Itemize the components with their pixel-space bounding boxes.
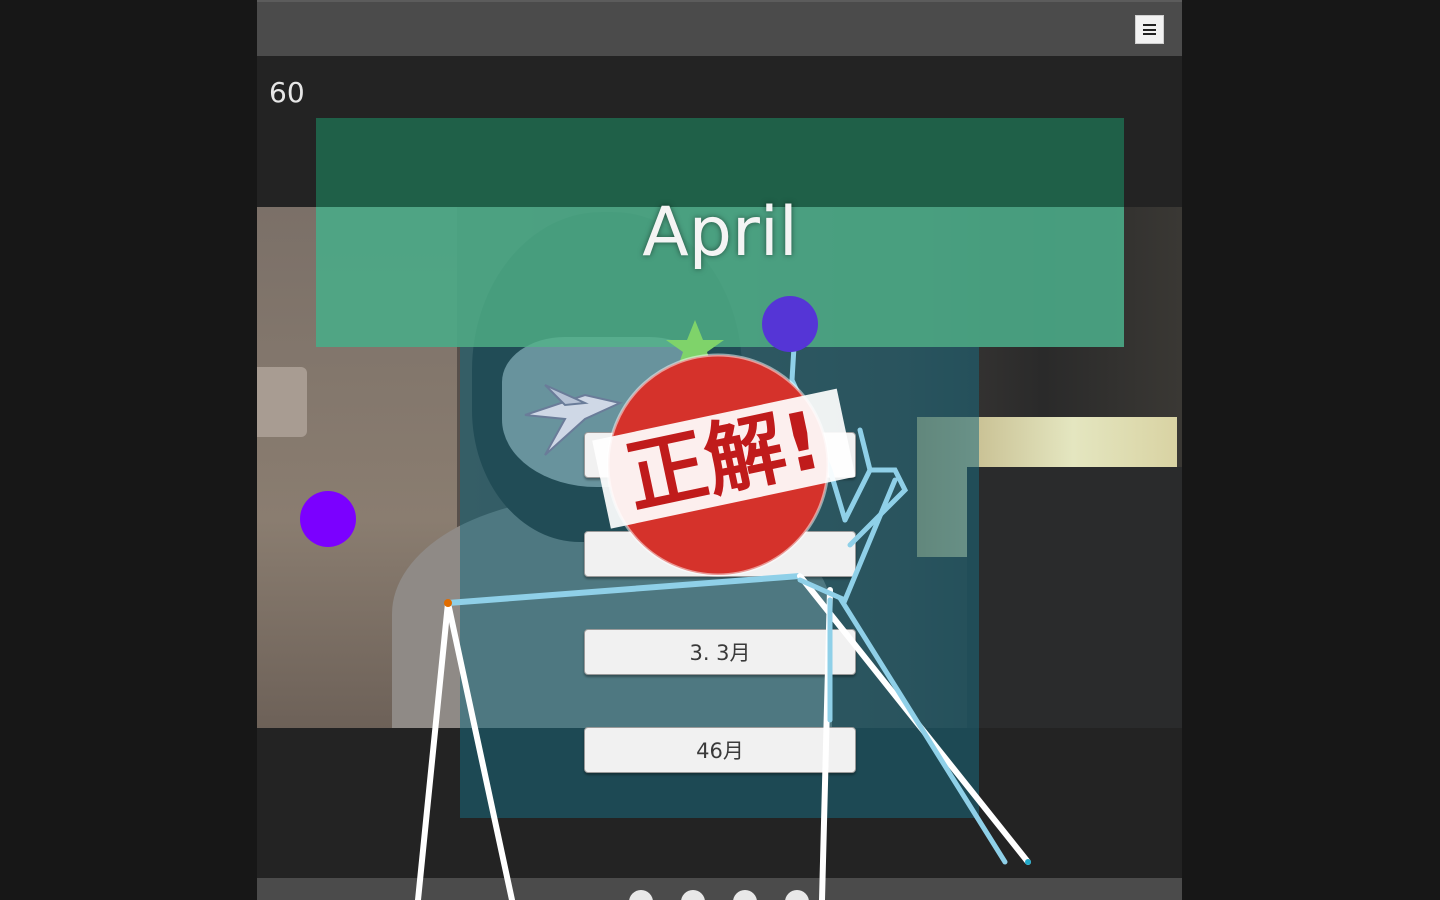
nav-dot[interactable] — [629, 890, 653, 900]
choice-button-3[interactable]: 3. 3月 — [584, 629, 856, 675]
top-bar — [257, 0, 1182, 56]
countdown-timer: 60 — [269, 76, 305, 109]
answer-panel: 1. 3. 3月 46月 — [460, 347, 979, 818]
choice-button-1[interactable]: 1. — [584, 432, 856, 478]
menu-button[interactable] — [1135, 15, 1164, 44]
bottom-bar — [257, 878, 1182, 900]
hamburger-menu-icon — [1143, 24, 1156, 35]
nav-dot[interactable] — [681, 890, 705, 900]
question-panel: April — [316, 118, 1124, 347]
question-word: April — [642, 193, 798, 272]
choice-button-4[interactable]: 46月 — [584, 727, 856, 773]
nav-dot[interactable] — [785, 890, 809, 900]
nav-dot[interactable] — [733, 890, 757, 900]
choice-button-2[interactable] — [584, 531, 856, 577]
game-screen: 60 April 1. 3. 3月 46月 — [257, 0, 1182, 900]
